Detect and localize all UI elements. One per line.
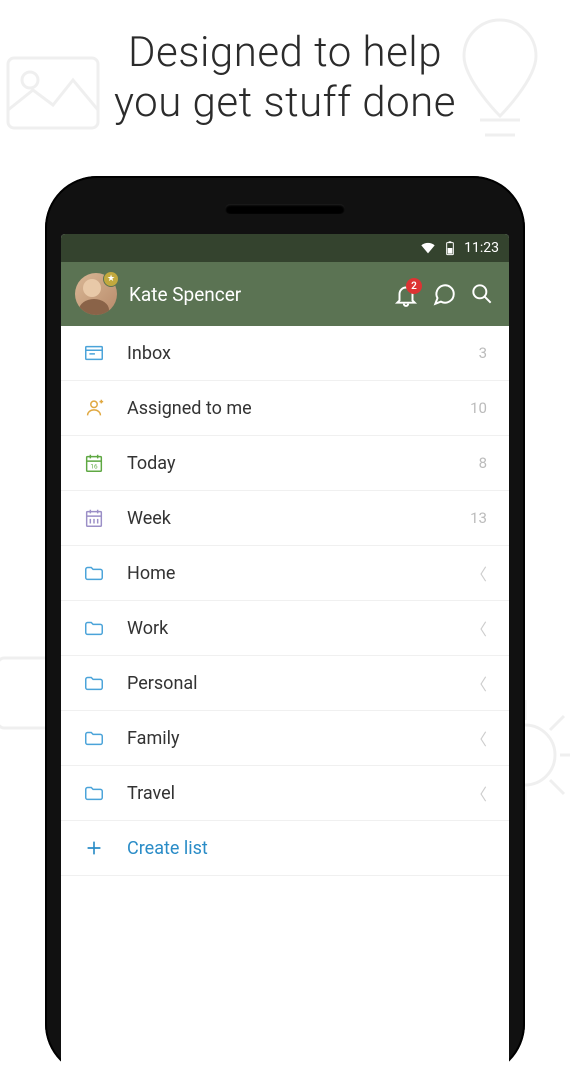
item-label: Today [127,453,479,474]
app-toolbar: ★ Kate Spencer 2 [61,262,509,326]
folder-icon [83,727,105,749]
notifications-button[interactable]: 2 [393,281,419,307]
list-item-inbox[interactable]: Inbox3 [61,326,509,381]
list-item-week[interactable]: Week13 [61,491,509,546]
chevron-left-icon: 〈 [471,561,487,585]
chevron-left-icon: 〈 [471,616,487,640]
chevron-left-icon: 〈 [471,726,487,750]
folder-icon [83,782,105,804]
create-list-label: Create list [127,838,487,859]
create-list-button[interactable]: Create list [61,821,509,876]
list-item-travel[interactable]: Travel〈 [61,766,509,821]
marketing-headline: Designed to helpyou get stuff done [0,0,570,127]
item-count: 3 [479,344,487,362]
wifi-icon [420,240,436,256]
folder-icon [83,672,105,694]
item-count: 10 [470,399,487,417]
item-count: 13 [470,509,487,527]
chevron-left-icon: 〈 [471,781,487,805]
list-item-work[interactable]: Work〈 [61,601,509,656]
week-icon [83,507,105,529]
notification-count-badge: 2 [406,278,422,294]
today-icon: 16 [83,452,105,474]
item-label: Family [127,728,471,749]
search-icon [469,281,495,307]
list-item-home[interactable]: Home〈 [61,546,509,601]
item-label: Inbox [127,343,479,364]
user-name-label: Kate Spencer [129,283,381,306]
svg-text:16: 16 [90,463,98,471]
list-item-family[interactable]: Family〈 [61,711,509,766]
android-statusbar: 11:23 [61,234,509,262]
status-time: 11:23 [464,240,499,256]
search-button[interactable] [469,281,495,307]
star-badge-icon: ★ [103,271,119,287]
list-item-personal[interactable]: Personal〈 [61,656,509,711]
navigation-list: Inbox3Assigned to me1016Today8Week13Home… [61,326,509,1076]
item-label: Work [127,618,471,639]
item-count: 8 [479,454,487,472]
item-label: Home [127,563,471,584]
item-label: Assigned to me [127,398,470,419]
chat-button[interactable] [431,281,457,307]
chat-icon [431,281,457,307]
item-label: Week [127,508,470,529]
inbox-icon [83,342,105,364]
phone-frame: 11:23 ★ Kate Spencer 2 Inbox3Assigned to… [45,176,525,1076]
folder-icon [83,562,105,584]
assigned-icon [83,397,105,419]
phone-speaker [225,204,345,214]
phone-screen: 11:23 ★ Kate Spencer 2 Inbox3Assigned to… [61,234,509,1076]
item-label: Travel [127,783,471,804]
chevron-left-icon: 〈 [471,671,487,695]
list-item-assigned-to-me[interactable]: Assigned to me10 [61,381,509,436]
folder-icon [83,617,105,639]
list-item-today[interactable]: 16 Today8 [61,436,509,491]
avatar-button[interactable]: ★ [75,273,117,315]
battery-icon [442,240,458,256]
item-label: Personal [127,673,471,694]
plus-icon [83,837,105,859]
